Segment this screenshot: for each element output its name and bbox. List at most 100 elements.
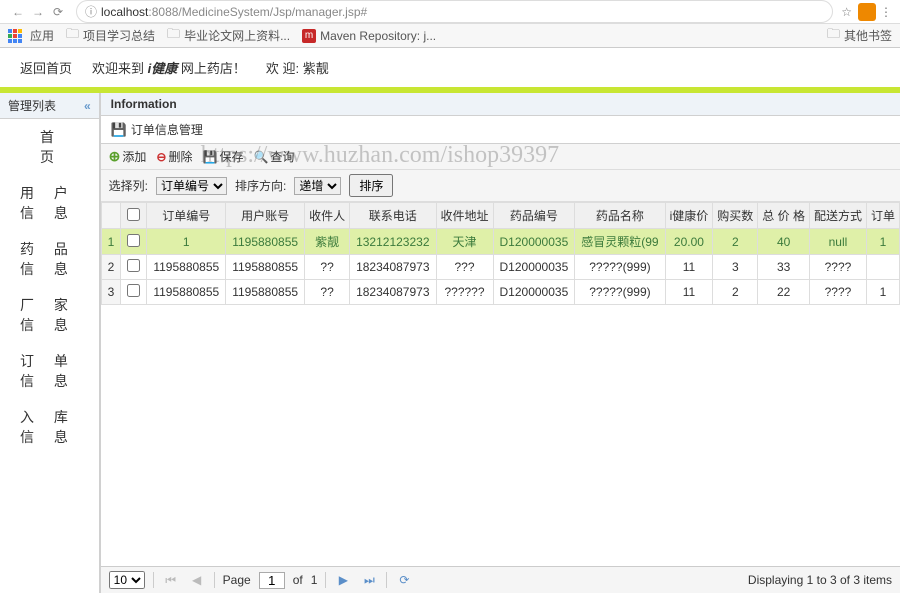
search-button[interactable]: 🔍查询 (253, 148, 294, 165)
browser-menu-icon[interactable]: ⋮ (880, 5, 892, 19)
sidebar-item-factory[interactable]: 厂 家 信 息 (0, 287, 99, 343)
refresh-button[interactable]: ⟳ (395, 571, 413, 589)
prev-page-button[interactable]: ◀ (188, 571, 206, 589)
folder-icon: 🗀 (66, 25, 79, 47)
table-wrap: 订单编号 用户账号 收件人 联系电话 收件地址 药品编号 药品名称 i健康价 购… (101, 202, 900, 566)
cell-phone: 18234087973 (350, 255, 436, 280)
cell-price: 11 (665, 255, 713, 280)
col-price[interactable]: i健康价 (665, 203, 713, 229)
forward-button[interactable]: → (28, 2, 48, 22)
greet-text: 欢 迎: 紫靓 (266, 58, 329, 77)
cell-drugname: 感冒灵颗粒(99 (575, 229, 665, 255)
back-home-link[interactable]: 返回首页 (20, 58, 72, 77)
folder-icon: 🗀 (827, 25, 840, 47)
table-header-row: 订单编号 用户账号 收件人 联系电话 收件地址 药品编号 药品名称 i健康价 购… (101, 203, 899, 229)
rownum-header (101, 203, 121, 229)
bookmark-folder-1[interactable]: 🗀项目学习总结 (66, 25, 155, 47)
bookmark-maven[interactable]: mMaven Repository: j... (302, 29, 436, 43)
collapse-icon[interactable]: « (84, 99, 91, 113)
bookmark-folder-2[interactable]: 🗀毕业论文网上资料... (167, 25, 290, 47)
cell-phone: 13212123232 (350, 229, 436, 255)
app-header: 返回首页 欢迎来到 i健康 网上药店！ 欢 迎: 紫靓 (0, 48, 900, 87)
star-icon[interactable]: ☆ (841, 5, 852, 19)
checkbox-header[interactable] (121, 203, 147, 229)
col-qty[interactable]: 购买数 (713, 203, 758, 229)
last-page-button[interactable]: ⏭ (360, 571, 378, 589)
cell-price: 20.00 (665, 229, 713, 255)
total-pages: 1 (311, 573, 318, 587)
cell-orderid: 1195880855 (147, 255, 226, 280)
select-col-dropdown[interactable]: 订单编号 (156, 177, 227, 195)
cell-receiver: ?? (305, 280, 350, 305)
page-input[interactable] (259, 572, 285, 589)
sidebar-item-home[interactable]: 首 页 (0, 119, 99, 175)
sidebar-header: 管理列表 « (0, 93, 99, 119)
url-bar[interactable]: ⓘ localhost :8088/MedicineSystem/Jsp/man… (76, 0, 833, 23)
page-label: Page (223, 573, 251, 587)
other-bookmarks[interactable]: 🗀其他书签 (827, 25, 892, 47)
sort-dir-dropdown[interactable]: 递增 (294, 177, 341, 195)
cell-receiver: 紫靓 (305, 229, 350, 255)
cell-drugname: ?????(999) (575, 255, 665, 280)
page-size-select[interactable]: 10 (109, 571, 145, 589)
cell-drugno: D120000035 (493, 280, 575, 305)
sidebar-item-order[interactable]: 订 单 信 息 (0, 343, 99, 399)
first-page-button[interactable]: ⏮ (162, 571, 180, 589)
bookmarks-bar: 应用 🗀项目学习总结 🗀毕业论文网上资料... mMaven Repositor… (0, 24, 900, 48)
col-address[interactable]: 收件地址 (436, 203, 493, 229)
delete-button[interactable]: ⊖删除 (156, 148, 192, 165)
search-icon: 🔍 (253, 150, 268, 164)
back-button[interactable]: ← (8, 2, 28, 22)
rownum-cell: 1 (101, 229, 121, 255)
col-drugname[interactable]: 药品名称 (575, 203, 665, 229)
extension-icon[interactable] (858, 3, 876, 21)
content-title: Information (101, 93, 900, 116)
col-orderid[interactable]: 订单编号 (147, 203, 226, 229)
col-receiver[interactable]: 收件人 (305, 203, 350, 229)
cell-user: 1195880855 (226, 229, 305, 255)
cell-qty: 2 (713, 280, 758, 305)
col-drugno[interactable]: 药品编号 (493, 203, 575, 229)
filter-row: 选择列: 订单编号 排序方向: 递增 排序 (101, 170, 900, 202)
url-path: :8088/MedicineSystem/Jsp/manager.jsp# (148, 5, 367, 19)
sidebar-item-stock[interactable]: 入 库 信 息 (0, 399, 99, 455)
cell-addr: ?????? (436, 280, 493, 305)
sort-button[interactable]: 排序 (349, 174, 393, 197)
checkbox-cell[interactable] (121, 255, 147, 280)
sidebar-item-user[interactable]: 用 户 信 息 (0, 175, 99, 231)
cell-total: 22 (758, 280, 810, 305)
cell-total: 40 (758, 229, 810, 255)
browser-toolbar: ← → ⟳ ⓘ localhost :8088/MedicineSystem/J… (0, 0, 900, 24)
save-button[interactable]: 💾保存 (202, 148, 243, 165)
save-icon: 💾 (202, 150, 217, 164)
cell-orderid: 1 (147, 229, 226, 255)
next-page-button[interactable]: ▶ (334, 571, 352, 589)
checkbox-cell[interactable] (121, 280, 147, 305)
apps-button[interactable]: 应用 (8, 27, 54, 44)
table-row[interactable]: 1 1 1195880855 紫靓 13212123232 天津 D120000… (101, 229, 899, 255)
cell-phone: 18234087973 (350, 280, 436, 305)
cell-ship: ???? (809, 255, 866, 280)
sidebar: 管理列表 « 首 页 用 户 信 息 药 品 信 息 厂 家 信 息 订 单 信… (0, 93, 101, 593)
col-user[interactable]: 用户账号 (226, 203, 305, 229)
rownum-cell: 3 (101, 280, 121, 305)
main-layout: 管理列表 « 首 页 用 户 信 息 药 品 信 息 厂 家 信 息 订 单 信… (0, 93, 900, 593)
table-row[interactable]: 2 1195880855 1195880855 ?? 18234087973 ?… (101, 255, 899, 280)
cell-ord (866, 255, 899, 280)
cell-addr: ??? (436, 255, 493, 280)
col-total[interactable]: 总 价 格 (758, 203, 810, 229)
sidebar-item-drug[interactable]: 药 品 信 息 (0, 231, 99, 287)
table-row[interactable]: 3 1195880855 1195880855 ?? 18234087973 ?… (101, 280, 899, 305)
checkbox-cell[interactable] (121, 229, 147, 255)
cell-ord: 1 (866, 229, 899, 255)
col-phone[interactable]: 联系电话 (350, 203, 436, 229)
sort-dir-label: 排序方向: (235, 177, 286, 194)
cell-total: 33 (758, 255, 810, 280)
col-ord[interactable]: 订单 (866, 203, 899, 229)
add-button[interactable]: ⊕添加 (109, 148, 147, 165)
cell-price: 11 (665, 280, 713, 305)
cell-ord: 1 (866, 280, 899, 305)
col-ship[interactable]: 配送方式 (809, 203, 866, 229)
url-host: localhost (101, 5, 148, 19)
reload-button[interactable]: ⟳ (48, 2, 68, 22)
